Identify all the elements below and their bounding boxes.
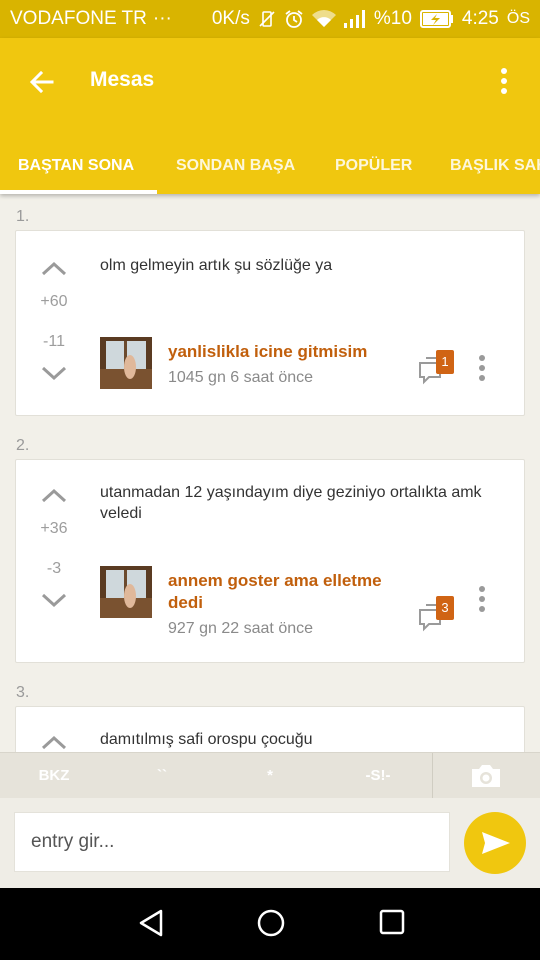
- star-button[interactable]: *: [216, 753, 324, 799]
- upvote-icon[interactable]: [40, 733, 68, 751]
- author-name[interactable]: yanlislikla icine gitmisim: [168, 341, 408, 363]
- vote-column: [16, 707, 92, 752]
- vote-column: +60 -11: [16, 231, 92, 417]
- nav-recents-icon[interactable]: [378, 908, 406, 936]
- more-vert-icon[interactable]: [492, 66, 516, 96]
- entry-number: 1.: [16, 208, 30, 225]
- format-toolbar: BKZ `` * -S!-: [0, 752, 540, 799]
- battery-charging-icon: [419, 10, 454, 28]
- more-vert-icon[interactable]: [476, 353, 488, 383]
- send-button[interactable]: [464, 812, 526, 874]
- app-bar: Mesas BAŞTAN SONA SONDAN BAŞA POPÜLER BA…: [0, 38, 540, 194]
- network-speed: 0K/s: [211, 8, 250, 29]
- entry-text: utanmadan 12 yaşındayım diye geziniyo or…: [100, 484, 482, 522]
- bkz-button[interactable]: BKZ: [0, 753, 108, 799]
- vibrate-off-icon: [258, 10, 276, 28]
- arrow-left-icon[interactable]: [26, 66, 58, 98]
- author-name[interactable]: annem goster ama elletme dedi: [168, 570, 408, 614]
- spoiler-button[interactable]: -S!-: [324, 753, 432, 799]
- more-vert-icon[interactable]: [476, 584, 488, 614]
- vote-column: +36 -3: [16, 460, 92, 664]
- entry-card: damıtılmış safi orospu çocuğu: [15, 706, 525, 752]
- downvote-count: -3: [46, 560, 62, 577]
- nav-back-icon[interactable]: [136, 908, 166, 938]
- notification-dots: ···: [152, 8, 172, 29]
- entry-time: 927 gn 22 saat önce: [168, 620, 314, 637]
- downvote-count: -11: [43, 333, 65, 350]
- signal-icon: [343, 10, 366, 28]
- upvote-count: +36: [40, 520, 68, 537]
- comment-count-badge: 1: [436, 350, 454, 374]
- tab-sondan-basa[interactable]: SONDAN BAŞA: [176, 146, 295, 194]
- avatar[interactable]: [100, 566, 152, 618]
- page-title: Mesas: [90, 68, 155, 91]
- entry-text: damıtılmış safi orospu çocuğu: [100, 731, 313, 748]
- tab-bar: BAŞTAN SONA SONDAN BAŞA POPÜLER BAŞLIK S…: [0, 146, 540, 194]
- backtick-button[interactable]: ``: [108, 753, 216, 799]
- entry-input-row: [0, 798, 540, 888]
- system-nav-bar: [0, 888, 540, 960]
- alarm-icon: [284, 9, 304, 29]
- comment-count-badge: 3: [436, 596, 454, 620]
- clock-time: 4:25: [461, 8, 499, 29]
- upvote-icon[interactable]: [40, 486, 68, 504]
- tab-bastan-sona[interactable]: BAŞTAN SONA: [18, 146, 134, 194]
- battery-percent: %10: [373, 8, 412, 29]
- toolbar-divider: [432, 753, 433, 799]
- camera-icon[interactable]: [470, 763, 502, 789]
- entry-card: +36 -3 utanmadan 12 yaşındayım diye gezi…: [15, 459, 525, 663]
- entry-input[interactable]: [14, 812, 450, 872]
- downvote-icon[interactable]: [40, 365, 68, 383]
- send-icon: [482, 832, 510, 854]
- carrier-name: VODAFONE TR: [10, 8, 147, 29]
- entry-number: 3.: [16, 684, 30, 701]
- wifi-icon: [311, 10, 336, 28]
- entry-card: +60 -11 olm gelmeyin artık şu sözlüğe ya…: [15, 230, 525, 416]
- avatar[interactable]: [100, 337, 152, 389]
- upvote-count: +60: [40, 293, 68, 310]
- entry-text: olm gelmeyin artık şu sözlüğe ya: [100, 257, 333, 274]
- entry-number: 2.: [16, 437, 30, 454]
- entry-list[interactable]: 1. +60 -11 olm gelmeyin artık şu sözlüğe…: [0, 194, 540, 752]
- downvote-icon[interactable]: [40, 592, 68, 610]
- entry-time: 1045 gn 6 saat önce: [168, 369, 314, 386]
- tab-populer[interactable]: POPÜLER: [335, 146, 412, 194]
- upvote-icon[interactable]: [40, 259, 68, 277]
- nav-home-icon[interactable]: [256, 908, 286, 938]
- status-bar: VODAFONE TR ··· 0K/s %10 4:25 ÖS: [0, 0, 540, 38]
- clock-ampm: ÖS: [506, 10, 530, 27]
- tab-baslik-sahibi[interactable]: BAŞLIK SAHİBİ: [450, 146, 540, 194]
